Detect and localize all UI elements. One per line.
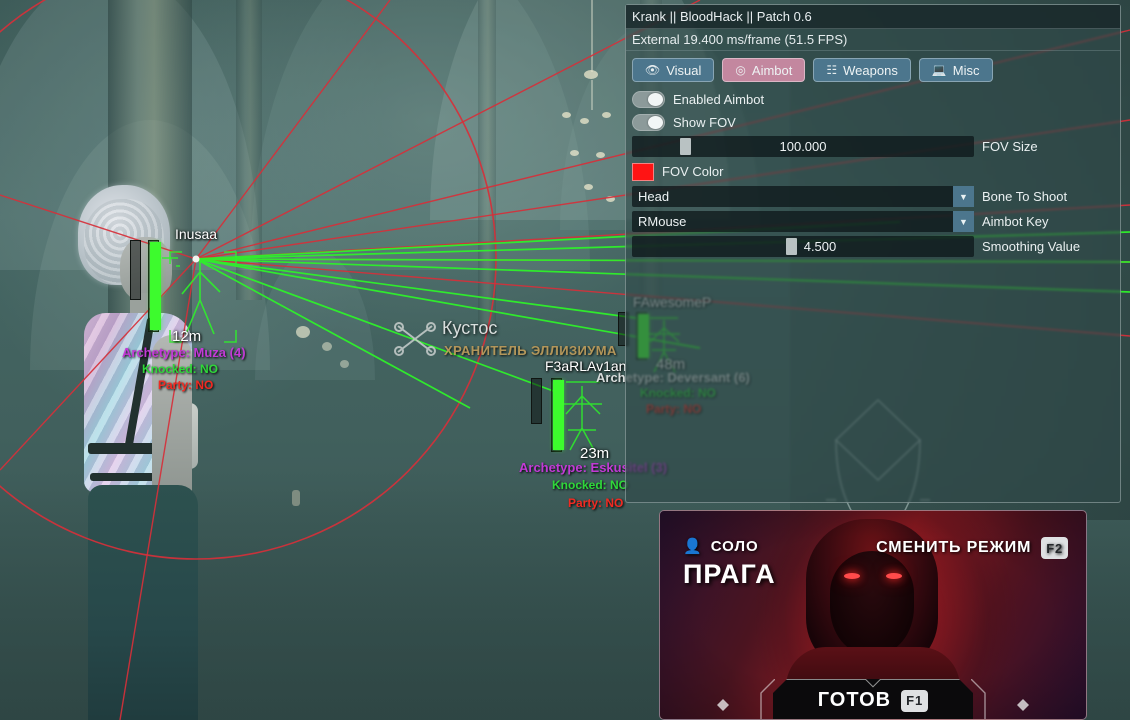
- tab-aimbot[interactable]: ◎ Aimbot: [722, 58, 805, 82]
- esp-party: Party: NO: [158, 378, 213, 392]
- cheat-menu-panel[interactable]: Krank || BloodHack || Patch 0.6 External…: [625, 4, 1121, 503]
- aimbot-key-dropdown[interactable]: RMouse ▼: [632, 211, 974, 232]
- row-enabled-aimbot: Enabled Aimbot: [626, 88, 1120, 111]
- show-fov-label: Show FOV: [673, 115, 736, 130]
- world-marker-custos: Кустос ХРАНИТЕЛЬ ЭЛЛИЗИУМА: [392, 318, 617, 358]
- bone-to-shoot-value: Head: [638, 189, 669, 204]
- bone-to-shoot-dropdown[interactable]: Head ▼: [632, 186, 974, 207]
- aimbot-key-label: Aimbot Key: [982, 214, 1114, 229]
- ready-button-wrap: ГОТОВ F1: [773, 679, 973, 720]
- esp-name: Inusaa: [175, 226, 217, 242]
- row-fov-size: 100.000 FOV Size: [626, 134, 1120, 159]
- fov-size-label: FOV Size: [982, 139, 1114, 154]
- squad-mode-indicator: 👤 СОЛО: [683, 537, 759, 555]
- ready-wing-right: [971, 679, 1063, 720]
- game-screen: Inusaa 12m Archetype: Muza (4) Knocked: …: [0, 0, 1130, 720]
- chevron-down-icon[interactable]: ▼: [953, 186, 974, 207]
- enabled-aimbot-toggle[interactable]: [632, 91, 665, 108]
- esp-archetype: Archetype: Muza (4): [122, 345, 246, 360]
- esp-distance: 12m: [172, 328, 201, 345]
- lobby-card: 👤 СОЛО ПРАГА СМЕНИТЬ РЕЖИМ F2 ГОТОВ F1: [659, 510, 1087, 720]
- tab-weapons[interactable]: ☷ Weapons: [813, 58, 910, 82]
- row-bone-to-shoot: Head ▼ Bone To Shoot: [626, 184, 1120, 209]
- tab-bar: 👁 Visual ◎ Aimbot ☷ Weapons 💻 Misc: [626, 51, 1120, 88]
- tab-label: Misc: [953, 63, 980, 78]
- fov-size-value: 100.000: [780, 139, 827, 154]
- eye-icon: 👁: [645, 63, 660, 77]
- bone-to-shoot-label: Bone To Shoot: [982, 189, 1114, 204]
- ready-button[interactable]: ГОТОВ F1: [773, 679, 973, 720]
- fov-color-label: FOV Color: [662, 164, 723, 179]
- esp-knocked: Knocked: NO: [552, 478, 628, 492]
- show-fov-toggle[interactable]: [632, 114, 665, 131]
- tab-misc[interactable]: 💻 Misc: [919, 58, 993, 82]
- smoothing-value-value: 4.500: [804, 239, 837, 254]
- ready-wing-left: [683, 679, 775, 720]
- map-name-label: ПРАГА: [683, 559, 776, 590]
- esp-name: F3aRLAv1an: [545, 358, 626, 374]
- change-mode-button[interactable]: СМЕНИТЬ РЕЖИМ F2: [876, 537, 1068, 559]
- esp-party: Party: NO: [568, 496, 623, 510]
- change-mode-label: СМЕНИТЬ РЕЖИМ: [876, 539, 1031, 557]
- row-show-fov: Show FOV: [626, 111, 1120, 134]
- aimbot-key-value: RMouse: [638, 214, 686, 229]
- marker-subtitle: ХРАНИТЕЛЬ ЭЛЛИЗИУМА: [444, 343, 617, 358]
- chandelier: [556, 0, 626, 230]
- panel-title: Krank || BloodHack || Patch 0.6: [626, 5, 1120, 29]
- tab-visual[interactable]: 👁 Visual: [632, 58, 714, 82]
- ready-keycap: F1: [901, 690, 928, 712]
- fov-color-swatch[interactable]: [632, 163, 654, 181]
- change-mode-keycap: F2: [1041, 537, 1068, 559]
- target-icon: ◎: [735, 63, 745, 77]
- enabled-aimbot-label: Enabled Aimbot: [673, 92, 764, 107]
- row-fov-color: FOV Color: [626, 159, 1120, 184]
- person-icon: 👤: [683, 537, 703, 555]
- chevron-down-icon[interactable]: ▼: [953, 211, 974, 232]
- row-aimbot-key: RMouse ▼ Aimbot Key: [626, 209, 1120, 234]
- weapon-icon: ☷: [826, 63, 837, 77]
- tab-label: Visual: [666, 63, 701, 78]
- smoothing-value-slider[interactable]: 4.500: [632, 236, 974, 257]
- row-smoothing-value: 4.500 Smoothing Value: [626, 234, 1120, 259]
- tab-label: Weapons: [843, 63, 898, 78]
- squad-mode-label: СОЛО: [711, 538, 759, 555]
- marker-title: Кустос: [442, 318, 617, 339]
- ready-label: ГОТОВ: [818, 689, 891, 712]
- smoothing-value-label: Smoothing Value: [982, 239, 1114, 254]
- esp-knocked: Knocked: NO: [142, 362, 218, 376]
- monitor-icon: 💻: [932, 63, 947, 77]
- performance-readout: External 19.400 ms/frame (51.5 FPS): [626, 29, 1120, 51]
- fov-size-slider[interactable]: 100.000: [632, 136, 974, 157]
- tab-label: Aimbot: [752, 63, 792, 78]
